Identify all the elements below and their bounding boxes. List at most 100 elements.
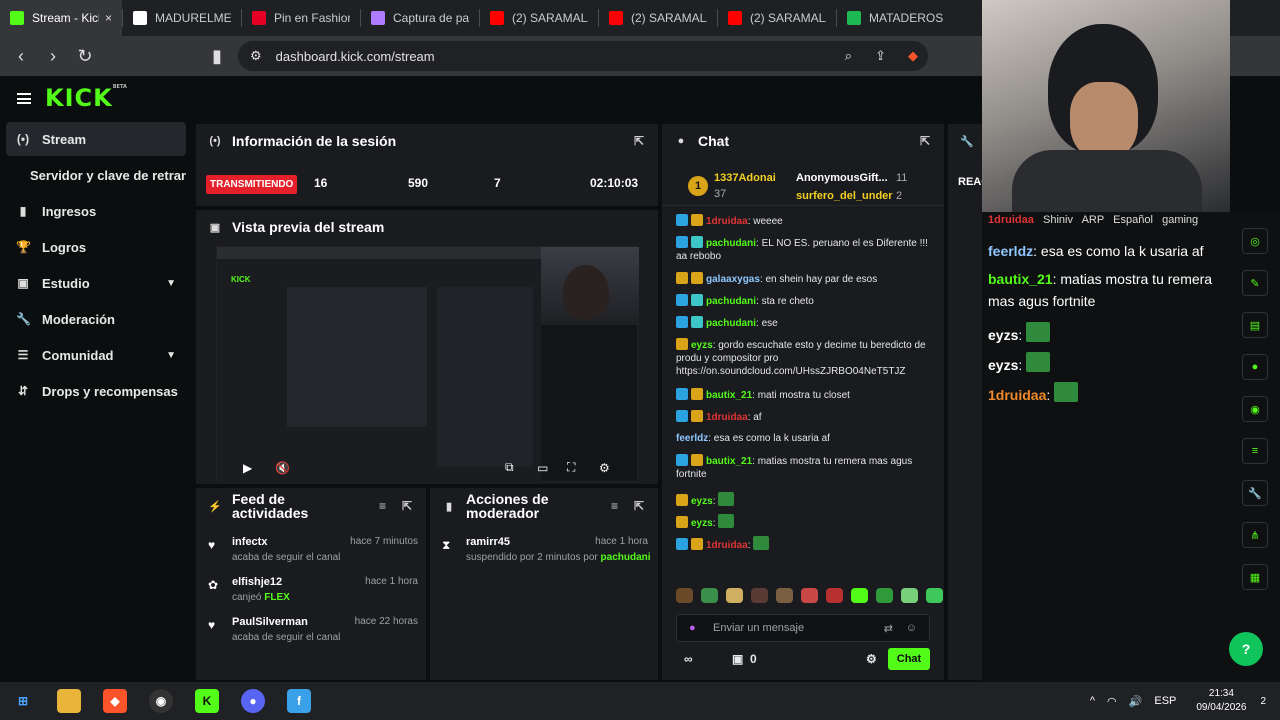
brave-icon[interactable]: ◆ [103,689,127,713]
browser-tab[interactable]: MATADEROS [837,0,955,36]
clock[interactable]: 21:34 09/04/2026 [1196,687,1246,715]
rail-share-icon[interactable]: ⋔ [1242,522,1268,548]
chat-username[interactable]: galaaxygas [706,274,760,285]
mod-popout-icon[interactable]: ⇱ [634,499,644,513]
chat-popout-icon[interactable]: ⇱ [920,134,930,148]
kick-icon[interactable]: K [195,689,219,713]
mic-icon[interactable]: ● [689,622,696,634]
emoji-icon[interactable]: ☺ [906,622,917,634]
mod-filter-icon[interactable]: ≡ [611,499,618,513]
emote-icon[interactable] [751,588,768,603]
browser-tab[interactable]: (2) SARAMALA [599,0,717,36]
chat-username[interactable]: 1druidaa [706,540,748,551]
chat-username[interactable]: pachudani [706,296,756,307]
close-icon[interactable]: × [105,11,112,25]
filter-icon[interactable]: ≡ [379,499,386,513]
mute-icon[interactable]: 🔇 [275,461,290,475]
pip-icon[interactable]: ⧉ [505,460,514,475]
browser-tab[interactable]: Captura de pa [361,0,479,36]
feed-user[interactable]: elfishje12 [232,576,282,588]
address-bar[interactable]: ⚙ dashboard.kick.com/stream ⌕ ⇪ ◆ [238,41,928,71]
chat-username[interactable]: bautix_21 [706,456,752,467]
emote-icon[interactable] [701,588,718,603]
bookmark-icon[interactable]: ▮ [206,45,228,67]
emote-icon[interactable] [776,588,793,603]
rail-wrench-icon[interactable]: 🔧 [1242,480,1268,506]
chat-username[interactable]: pachudani [706,318,756,329]
kick-logo[interactable]: KICKBETA [45,84,127,112]
windows-icon[interactable]: ⊞ [11,689,35,713]
emote-icon[interactable] [676,588,693,603]
emote-icon[interactable] [926,588,943,603]
sidebar-item-estudio[interactable]: ▣ Estudio ▼ [6,266,186,300]
tray-wifi-icon[interactable]: ◠ [1107,695,1117,708]
stream-preview[interactable]: KICK ▶ 🔇 ⧉ ▭ ⛶ ⚙ [216,246,639,483]
emote-icon[interactable] [826,588,843,603]
feed-user[interactable]: PaulSilverman [232,616,308,628]
chat-username[interactable]: 1druidaa [706,412,748,423]
sidebar-item-comunidad[interactable]: ☰ Comunidad ▼ [6,338,186,372]
file-icon[interactable]: f [287,689,311,713]
browser-tab[interactable]: (2) SARAMALA [718,0,836,36]
emote-icon[interactable] [851,588,868,603]
back-icon[interactable]: ‹ [10,45,32,67]
emote-icon[interactable] [726,588,743,603]
tray-volume-icon[interactable]: 🔊 [1129,695,1143,708]
points-icon[interactable]: ∞ [684,652,693,666]
rail-edit-icon[interactable]: ✎ [1242,270,1268,296]
fullscreen-icon[interactable]: ⛶ [567,460,575,475]
chat-input[interactable]: ● Enviar un mensaje ⇄ ☺ [676,614,930,642]
emote-icon[interactable] [901,588,918,603]
notification-count[interactable]: 2 [1260,696,1266,707]
rail-camera-icon[interactable]: ◎ [1242,228,1268,254]
rail-chat-icon[interactable]: ● [1242,354,1268,380]
play-icon[interactable]: ▶ [243,461,252,475]
chat-username[interactable]: bautix_21 [706,390,752,401]
popout-icon[interactable]: ⇱ [634,134,644,148]
chat-username[interactable]: pachudani [706,238,756,249]
sidebar-item-stream[interactable]: (•) Stream [6,122,186,156]
zoom-icon[interactable]: ⌕ [845,48,852,64]
emote-icon[interactable] [801,588,818,603]
rail-layers-icon[interactable]: ≡ [1242,438,1268,464]
rail-doc-icon[interactable]: ▤ [1242,312,1268,338]
reload-icon[interactable]: ↻ [74,45,96,67]
browser-tab[interactable]: Pin en Fashion [242,0,360,36]
sidebar-item-moderación[interactable]: 🔧 Moderación [6,302,186,336]
settings-icon[interactable]: ⚙ [599,461,610,475]
chevron-down-icon[interactable]: ▼ [166,278,176,289]
site-info-icon[interactable]: ⚙ [250,48,262,64]
discord-icon[interactable]: ● [241,689,265,713]
menu-icon[interactable] [17,92,31,104]
mod-user[interactable]: ramirr45 [466,536,510,548]
sidebar-item-drops[interactable]: ⇵ Drops y recompensas [6,374,186,408]
sidebar-item-servidor[interactable]: Servidor y clave de retransmisión [6,158,186,192]
feed-user[interactable]: infectx [232,536,267,548]
feed-popout-icon[interactable]: ⇱ [402,499,412,513]
emote-icon[interactable] [876,588,893,603]
command-icon[interactable]: ⇄ [884,622,893,635]
folder-icon[interactable] [57,689,81,713]
sidebar-item-logros[interactable]: 🏆 Logros [6,230,186,264]
chevron-down-icon[interactable]: ▼ [166,350,176,361]
chat-send-button[interactable]: Chat [888,648,930,670]
chat-username[interactable]: eyzs [691,340,713,351]
sidebar-item-ingresos[interactable]: ▮ Ingresos [6,194,186,228]
tray-chevron-icon[interactable]: ^ [1090,695,1095,707]
browser-tab[interactable]: (2) SARAMALA [480,0,598,36]
obs-icon[interactable]: ◉ [149,689,173,713]
chat-username[interactable]: 1druidaa [706,216,748,227]
browser-tab[interactable]: MADURELME [123,0,241,36]
chat-settings-icon[interactable]: ⚙ [866,652,877,666]
chat-username[interactable]: feerldz [676,433,708,444]
help-icon[interactable]: ? [1229,632,1263,666]
chat-username[interactable]: eyzs [691,518,713,529]
forward-icon[interactable]: › [42,45,64,67]
browser-tab[interactable]: Stream - Kick × [0,0,122,36]
share-icon[interactable]: ⇪ [875,48,886,64]
rail-clip-icon[interactable]: ▦ [1242,564,1268,590]
brave-shield-icon[interactable]: ◆ [908,48,918,64]
lang-indicator[interactable]: ESP [1154,695,1176,707]
rail-stream-icon[interactable]: ◉ [1242,396,1268,422]
theater-icon[interactable]: ▭ [537,461,548,475]
